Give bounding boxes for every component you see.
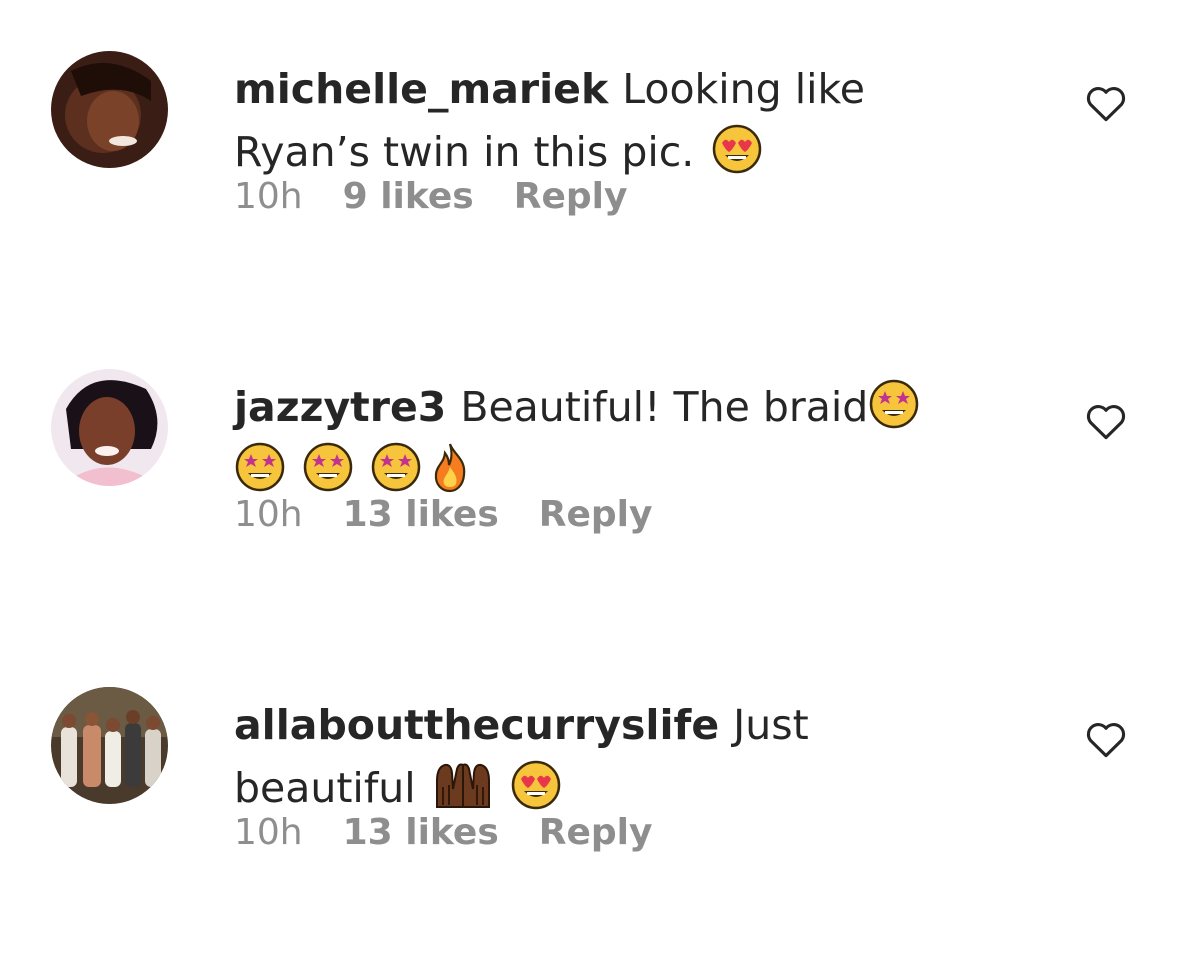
reply-button[interactable]: Reply — [539, 812, 653, 853]
comment-item: jazzytre3 Beautiful! The braid 10h 13 li… — [0, 318, 1200, 638]
comment-text-line1: Looking like — [622, 65, 865, 113]
like-button[interactable] — [1084, 82, 1128, 126]
comment-text-line1: Beautiful! The braid — [460, 383, 869, 431]
comment-body: allaboutthecurryslife Just beautiful — [234, 694, 1014, 820]
comment-text-line2: beautiful — [234, 764, 416, 812]
comment-likes[interactable]: 13 likes — [343, 494, 499, 535]
comment-likes[interactable]: 13 likes — [343, 812, 499, 853]
comment-text-line2: Ryan’s twin in this pic. — [234, 128, 695, 176]
comment-body: jazzytre3 Beautiful! The braid — [234, 376, 1014, 502]
star-struck-emoji — [868, 378, 920, 430]
avatar[interactable] — [51, 51, 168, 168]
raising-hands-emoji — [433, 759, 493, 811]
reply-button[interactable]: Reply — [539, 494, 653, 535]
avatar[interactable] — [51, 369, 168, 486]
comment-meta: 10h 13 likes Reply — [234, 812, 692, 853]
comment-time: 10h — [234, 176, 303, 217]
comment-item: allaboutthecurryslife Just beautiful 10h… — [0, 636, 1200, 956]
comment-time: 10h — [234, 494, 303, 535]
heart-outline-icon — [1086, 723, 1126, 758]
comment-meta: 10h 9 likes Reply — [234, 176, 667, 217]
comment-username[interactable]: jazzytre3 — [234, 383, 446, 431]
heart-outline-icon — [1086, 87, 1126, 122]
like-button[interactable] — [1084, 400, 1128, 444]
comment-username[interactable]: allaboutthecurryslife — [234, 701, 719, 749]
heart-eyes-emoji — [711, 123, 763, 175]
fire-emoji — [432, 441, 468, 493]
avatar[interactable] — [51, 687, 168, 804]
comment-meta: 10h 13 likes Reply — [234, 494, 692, 535]
star-struck-emoji — [302, 441, 354, 493]
comment-likes[interactable]: 9 likes — [343, 176, 474, 217]
reply-button[interactable]: Reply — [514, 176, 628, 217]
star-struck-emoji — [370, 441, 422, 493]
comment-text: jazzytre3 Beautiful! The braid — [234, 376, 1014, 502]
star-struck-emoji — [234, 441, 286, 493]
comment-text: allaboutthecurryslife Just beautiful — [234, 694, 1014, 820]
comment-body: michelle_mariek Looking like Ryan’s twin … — [234, 58, 1014, 184]
comment-username[interactable]: michelle_mariek — [234, 65, 608, 113]
comment-time: 10h — [234, 812, 303, 853]
like-button[interactable] — [1084, 718, 1128, 762]
comment-text-line1: Just — [733, 701, 809, 749]
comment-item: michelle_mariek Looking like Ryan’s twin … — [0, 0, 1200, 320]
comment-text: michelle_mariek Looking like Ryan’s twin … — [234, 58, 1014, 184]
heart-eyes-emoji — [510, 759, 562, 811]
heart-outline-icon — [1086, 405, 1126, 440]
